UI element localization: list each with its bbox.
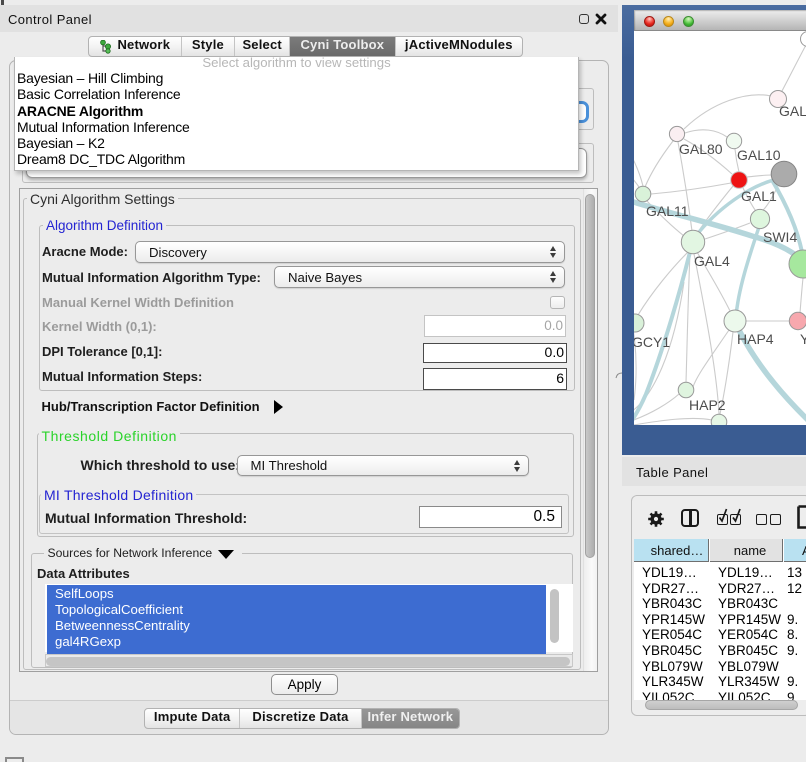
svg-text:Y: Y: [800, 331, 806, 347]
svg-text:GAL80: GAL80: [679, 141, 723, 157]
svg-text:GAL1: GAL1: [741, 188, 777, 204]
svg-text:GAL: GAL: [779, 103, 806, 119]
svg-text:GCY1: GCY1: [634, 334, 670, 350]
svg-text:HAP2: HAP2: [689, 397, 726, 413]
svg-text:GAL11: GAL11: [646, 203, 689, 219]
svg-text:SWI4: SWI4: [763, 229, 797, 245]
svg-text:GAL4: GAL4: [694, 253, 730, 269]
svg-text:GAL10: GAL10: [737, 147, 781, 163]
svg-text:HAP4: HAP4: [737, 331, 774, 347]
